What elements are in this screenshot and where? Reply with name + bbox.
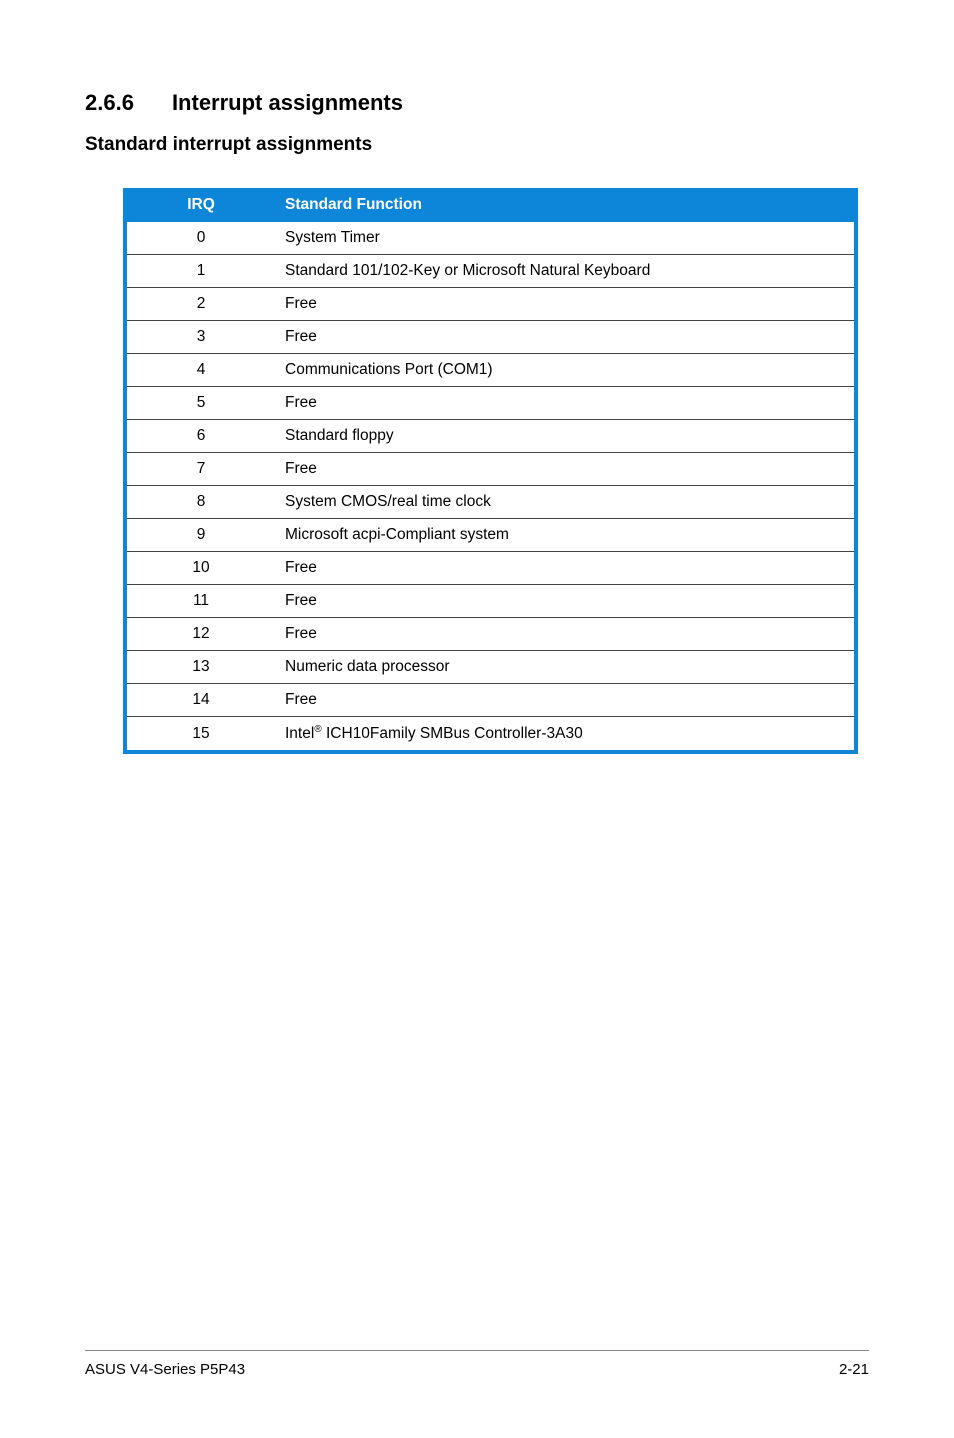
irq-cell: 1 bbox=[125, 255, 275, 288]
irq-cell: 4 bbox=[125, 354, 275, 387]
irq-cell: 0 bbox=[125, 222, 275, 255]
irq-cell: 5 bbox=[125, 387, 275, 420]
function-cell: Free bbox=[275, 684, 856, 717]
section-heading: 2.6.6 Interrupt assignments bbox=[85, 90, 869, 116]
irq-cell: 8 bbox=[125, 486, 275, 519]
function-cell: System Timer bbox=[275, 222, 856, 255]
table-row: 9Microsoft acpi-Compliant system bbox=[125, 519, 856, 552]
section-title: Interrupt assignments bbox=[172, 90, 403, 115]
irq-cell: 14 bbox=[125, 684, 275, 717]
irq-cell: 7 bbox=[125, 453, 275, 486]
irq-cell: 15 bbox=[125, 717, 275, 753]
table-row: 1Standard 101/102-Key or Microsoft Natur… bbox=[125, 255, 856, 288]
footer-right: 2-21 bbox=[839, 1361, 869, 1378]
table-row: 7Free bbox=[125, 453, 856, 486]
irq-cell: 9 bbox=[125, 519, 275, 552]
table-row: 5Free bbox=[125, 387, 856, 420]
page-footer: ASUS V4-Series P5P43 2-21 bbox=[85, 1350, 869, 1378]
header-function: Standard Function bbox=[275, 188, 856, 222]
table-row: 3Free bbox=[125, 321, 856, 354]
irq-table-container: IRQ Standard Function 0System Timer1Stan… bbox=[123, 188, 858, 754]
table-row: 4Communications Port (COM1) bbox=[125, 354, 856, 387]
function-cell: Microsoft acpi-Compliant system bbox=[275, 519, 856, 552]
table-row: 12Free bbox=[125, 618, 856, 651]
irq-cell: 10 bbox=[125, 552, 275, 585]
table-row: 14Free bbox=[125, 684, 856, 717]
function-cell: Standard 101/102-Key or Microsoft Natura… bbox=[275, 255, 856, 288]
function-cell: System CMOS/real time clock bbox=[275, 486, 856, 519]
function-cell: Numeric data processor bbox=[275, 651, 856, 684]
irq-table: IRQ Standard Function 0System Timer1Stan… bbox=[123, 188, 858, 754]
irq-cell: 13 bbox=[125, 651, 275, 684]
table-row: 0System Timer bbox=[125, 222, 856, 255]
table-row: 2Free bbox=[125, 288, 856, 321]
function-cell: Standard floppy bbox=[275, 420, 856, 453]
function-cell: Free bbox=[275, 618, 856, 651]
sub-heading: Standard interrupt assignments bbox=[85, 134, 869, 156]
table-row: 6Standard floppy bbox=[125, 420, 856, 453]
section-number: 2.6.6 bbox=[85, 90, 134, 116]
irq-cell: 11 bbox=[125, 585, 275, 618]
function-cell: Free bbox=[275, 321, 856, 354]
function-cell: Free bbox=[275, 288, 856, 321]
irq-cell: 2 bbox=[125, 288, 275, 321]
table-row: 10Free bbox=[125, 552, 856, 585]
irq-cell: 12 bbox=[125, 618, 275, 651]
function-cell: Free bbox=[275, 552, 856, 585]
irq-cell: 3 bbox=[125, 321, 275, 354]
footer-left: ASUS V4-Series P5P43 bbox=[85, 1361, 245, 1378]
header-irq: IRQ bbox=[125, 188, 275, 222]
table-header-row: IRQ Standard Function bbox=[125, 188, 856, 222]
irq-cell: 6 bbox=[125, 420, 275, 453]
function-cell: Free bbox=[275, 585, 856, 618]
table-row: 15Intel® ICH10Family SMBus Controller-3A… bbox=[125, 717, 856, 753]
function-cell: Free bbox=[275, 387, 856, 420]
function-cell: Intel® ICH10Family SMBus Controller-3A30 bbox=[275, 717, 856, 753]
function-cell: Free bbox=[275, 453, 856, 486]
function-cell: Communications Port (COM1) bbox=[275, 354, 856, 387]
table-row: 11Free bbox=[125, 585, 856, 618]
table-row: 13Numeric data processor bbox=[125, 651, 856, 684]
table-row: 8System CMOS/real time clock bbox=[125, 486, 856, 519]
